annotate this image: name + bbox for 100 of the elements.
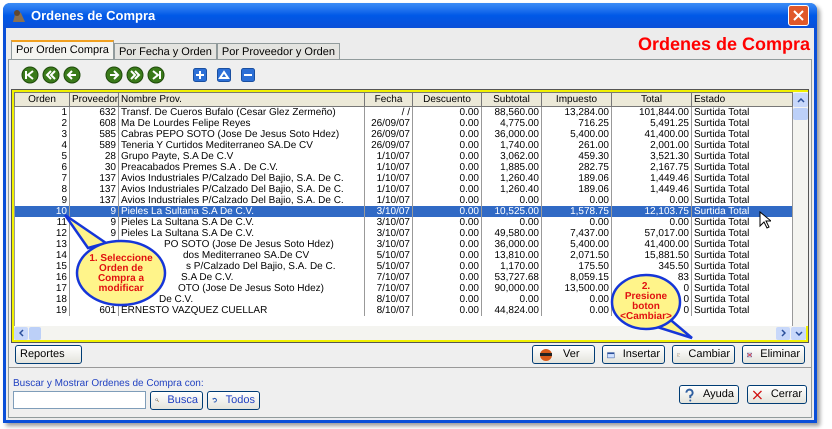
- table-cell: Pieles La Sultana S.A De C.V.: [121, 206, 254, 217]
- tab[interactable]: Por Proveedor y Orden: [216, 43, 340, 59]
- table-cell: 632: [99, 107, 116, 118]
- table-cell: 1,260.40: [500, 173, 539, 184]
- table-cell: Surtida Total: [694, 217, 750, 228]
- table-cell: 0.00: [590, 294, 609, 305]
- toolbar-button[interactable]: Cambiar: [672, 345, 735, 364]
- vertical-scrollbar[interactable]: [793, 92, 808, 326]
- column-header[interactable]: Subtotal: [482, 92, 542, 106]
- search-button[interactable]: Busca: [150, 390, 203, 410]
- scroll-thumb[interactable]: [793, 108, 808, 120]
- table-cell: 0: [683, 283, 689, 294]
- scroll-thumb[interactable]: [29, 326, 41, 340]
- table-cell: 30: [104, 162, 116, 173]
- last-record-icon[interactable]: [147, 66, 165, 84]
- table-cell: 26/09/07: [371, 118, 410, 129]
- column-header[interactable]: Fecha: [364, 92, 412, 106]
- scroll-right-button[interactable]: [776, 326, 790, 340]
- table-cell: 0.00: [460, 228, 479, 239]
- table-cell: 3/10/07: [376, 228, 410, 239]
- table-cell: 0.00: [590, 217, 609, 228]
- table-cell: Surtida Total: [694, 173, 750, 184]
- table-cell: Cabras PEPO SOTO (Jose De Jesus Soto Hdez): [121, 129, 340, 140]
- table-cell: 6: [61, 162, 67, 173]
- table-cell: Ma De Lourdes Felipe Reyes: [121, 118, 251, 129]
- table-cell: 0: [683, 294, 689, 305]
- table-cell: 14: [56, 250, 67, 261]
- column-header[interactable]: Descuento: [412, 92, 482, 106]
- column-header[interactable]: Proveedor: [70, 92, 118, 106]
- scroll-down-button[interactable]: [791, 326, 806, 340]
- table-cell: 19: [56, 305, 67, 316]
- table-cell: 608: [99, 118, 116, 129]
- table-cell: 0.00: [460, 107, 479, 118]
- app-icon: [11, 8, 27, 24]
- minus-icon[interactable]: [241, 68, 255, 82]
- table-cell: Surtida Total: [694, 184, 750, 195]
- plus-icon[interactable]: [193, 68, 207, 82]
- toolbar-button[interactable]: Ver: [532, 345, 595, 364]
- table-cell: 0.00: [460, 151, 479, 162]
- scroll-up-button[interactable]: [793, 93, 808, 107]
- tab[interactable]: Por Fecha y Orden: [114, 43, 217, 59]
- table-cell: Teneria Y Curtidos Mediterraneo SA.De CV: [121, 140, 313, 151]
- reportes-button[interactable]: Reportes: [15, 345, 82, 364]
- scroll-left-button[interactable]: [14, 326, 28, 340]
- table-cell: 28: [104, 151, 116, 162]
- column-header[interactable]: Total: [612, 92, 692, 106]
- table-cell: 101,844.00: [638, 107, 689, 118]
- triangle-icon[interactable]: [217, 68, 231, 82]
- table-cell: Surtida Total: [694, 107, 750, 118]
- close-button[interactable]: [788, 5, 809, 26]
- column-header[interactable]: Estado: [692, 92, 792, 106]
- callout-text: Orden de: [99, 264, 143, 274]
- fast-forward-icon[interactable]: [126, 66, 144, 84]
- tab[interactable]: Por Orden Compra: [11, 40, 114, 59]
- table-cell: 0.00: [460, 140, 479, 151]
- column-header[interactable]: Nombre Prov.: [118, 92, 364, 106]
- callout-text: Presione: [624, 292, 668, 302]
- table-cell: 2,071.50: [570, 250, 609, 261]
- toolbar-button[interactable]: Eliminar: [742, 345, 805, 364]
- table-cell: 9: [61, 195, 67, 206]
- table-cell: 1/10/07: [376, 195, 410, 206]
- table-cell: 10,525.00: [494, 206, 539, 217]
- table-cell: 0.00: [590, 195, 609, 206]
- table-cell: / /: [402, 107, 410, 118]
- table-cell: Surtida Total: [694, 129, 750, 140]
- table-cell: 0.00: [460, 129, 479, 140]
- table-cell: 26/09/07: [371, 140, 410, 151]
- table-cell: 7/10/07: [376, 283, 410, 294]
- column-header[interactable]: Orden: [14, 92, 70, 106]
- table-cell: 3,062.00: [500, 151, 539, 162]
- toolbar-button[interactable]: Insertar: [602, 345, 665, 364]
- search-field[interactable]: [13, 391, 146, 409]
- table-cell: 0: [683, 305, 689, 316]
- table-cell: Surtida Total: [694, 118, 750, 129]
- search-button[interactable]: Todos: [207, 390, 260, 410]
- first-record-icon[interactable]: [21, 66, 39, 84]
- footer-button[interactable]: Ayuda: [679, 385, 739, 404]
- table-cell: 1,449.46: [650, 173, 689, 184]
- horizontal-scrollbar[interactable]: [14, 326, 806, 340]
- table-cell: 0.00: [460, 250, 479, 261]
- table-cell: 9: [110, 228, 116, 239]
- table-cell: Surtida Total: [694, 261, 750, 272]
- table-cell: Surtida Total: [694, 162, 750, 173]
- table-cell: 1,885.00: [500, 162, 539, 173]
- footer-button[interactable]: Cerrar: [747, 385, 807, 404]
- table-cell: 9: [110, 206, 116, 217]
- column-header[interactable]: Impuesto: [542, 92, 612, 106]
- table-cell: 36,000.00: [494, 129, 539, 140]
- table-cell: 0.00: [590, 305, 609, 316]
- rewind-icon[interactable]: [42, 66, 60, 84]
- table-cell: 4: [61, 140, 67, 151]
- table-cell: Surtida Total: [694, 140, 750, 151]
- table-cell: 4,775.00: [500, 118, 539, 129]
- table-cell: 5,491.25: [650, 118, 689, 129]
- table-cell: 585: [99, 129, 116, 140]
- table-cell: Surtida Total: [694, 305, 750, 316]
- table-cell: 0.00: [460, 283, 479, 294]
- table-cell: 17: [56, 283, 67, 294]
- table-cell: 12: [56, 228, 67, 239]
- table-cell: 1,260.40: [500, 184, 539, 195]
